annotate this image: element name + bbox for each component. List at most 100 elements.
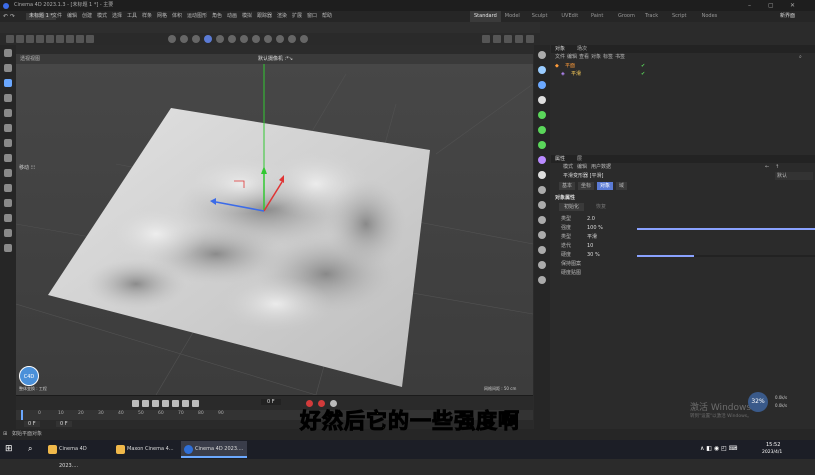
live-select-tool-icon[interactable] <box>4 64 12 72</box>
new-interface-button[interactable]: 新界面 <box>780 11 795 22</box>
side-tool-7-icon[interactable] <box>538 156 546 164</box>
cube-move-icon[interactable] <box>36 35 44 43</box>
workspace-tab-model[interactable]: Model <box>505 11 520 22</box>
attribute-value[interactable]: 2.0 <box>587 215 595 224</box>
select-tool-icon[interactable] <box>4 49 12 57</box>
default-dropdown[interactable]: 默认 <box>775 172 813 180</box>
side-tool-5-icon[interactable] <box>538 126 546 134</box>
light-icon[interactable] <box>264 35 272 43</box>
play-icon[interactable] <box>162 400 169 407</box>
side-tool-15-icon[interactable] <box>538 276 546 284</box>
tab-objects[interactable]: 对象 <box>555 45 565 53</box>
reset-button[interactable]: 恢复 <box>591 203 611 211</box>
side-tool-3-icon[interactable] <box>538 96 546 104</box>
workspace-tab-uvedit[interactable]: UVEdit <box>561 11 578 22</box>
attribute-row[interactable]: 强度 100 % <box>551 224 815 233</box>
rotate-tool-icon[interactable] <box>4 94 12 102</box>
attribute-row[interactable]: 迭代 10 <box>551 242 815 251</box>
knife-tool-icon[interactable] <box>4 154 12 162</box>
side-tool-13-icon[interactable] <box>538 246 546 254</box>
attribute-value[interactable]: 30 % <box>587 251 600 260</box>
workspace-tab-track[interactable]: Track <box>645 11 658 22</box>
coord-icon[interactable] <box>86 35 94 43</box>
z-axis-icon[interactable] <box>76 35 84 43</box>
workspace-tab-paint[interactable]: Paint <box>591 11 603 22</box>
eraser-tool-icon[interactable] <box>4 214 12 222</box>
axis-tool-icon[interactable] <box>4 124 12 132</box>
mesh-mode-icon[interactable] <box>180 35 188 43</box>
minimize-icon[interactable]: – <box>748 0 751 11</box>
workspace-tab-script[interactable]: Script <box>672 11 687 22</box>
render-settings-icon[interactable] <box>300 35 308 43</box>
start-frame-field[interactable]: 0 F <box>24 421 40 427</box>
snap-icon[interactable] <box>240 35 248 43</box>
uv-mode-icon[interactable] <box>228 35 236 43</box>
cube-icon[interactable] <box>26 35 34 43</box>
workspace-tab-sculpt[interactable]: Sculpt <box>532 11 548 22</box>
tree-item-smooth[interactable]: ◈ 平滑 ✔ <box>561 70 815 78</box>
edge-mode-icon[interactable] <box>192 35 200 43</box>
material-icon[interactable] <box>493 35 501 43</box>
clock-date[interactable]: 2023/4/1 <box>762 450 782 455</box>
render-icon[interactable] <box>288 35 296 43</box>
attribute-slider[interactable] <box>637 228 815 230</box>
subtab-object[interactable]: 对象 <box>597 182 614 190</box>
move-tool-icon[interactable] <box>4 79 12 87</box>
clock-time[interactable]: 15:52 <box>766 442 780 448</box>
attribute-value[interactable]: 100 % <box>587 224 603 233</box>
enabled-check-icon[interactable]: ✔ <box>641 70 645 78</box>
undo-icon[interactable] <box>6 35 14 43</box>
tab-layers[interactable]: 层 <box>577 155 582 163</box>
attribute-value[interactable]: 10 <box>587 242 593 251</box>
taskbar-item-c4d-active[interactable]: Cinema 4D 2023.... <box>181 441 247 458</box>
playhead[interactable] <box>21 410 23 420</box>
paint-tool-icon[interactable] <box>4 169 12 177</box>
am-menu-mode[interactable]: 模式 <box>563 163 573 171</box>
side-tool-14-icon[interactable] <box>538 261 546 269</box>
om-menu-file[interactable]: 文件 <box>555 53 565 61</box>
go-start-icon[interactable] <box>132 400 139 407</box>
back-arrow-icon[interactable]: ← <box>765 163 769 171</box>
om-menu-bookmarks[interactable]: 书签 <box>615 53 625 61</box>
side-tool-6-icon[interactable] <box>538 141 546 149</box>
camera-icon[interactable] <box>504 35 512 43</box>
side-tool-1-icon[interactable] <box>538 66 546 74</box>
search-icon[interactable]: ⌕ <box>799 53 802 61</box>
next-key-icon[interactable] <box>182 400 189 407</box>
taskbar-item-maxon[interactable]: Maxon Cinema 4... <box>113 441 175 458</box>
am-menu-userdata[interactable]: 用户数据 <box>591 163 611 171</box>
end-frame-field[interactable]: 0 F <box>56 421 72 427</box>
brush-tool-icon[interactable] <box>4 184 12 192</box>
tray-icons[interactable]: ∧ ◧ ◉ ◰ ⌨ <box>700 445 737 452</box>
go-end-icon[interactable] <box>192 400 199 407</box>
prev-key-icon[interactable] <box>142 400 149 407</box>
model-mode-icon[interactable] <box>168 35 176 43</box>
om-menu-view[interactable]: 查看 <box>579 53 589 61</box>
tab-attributes[interactable]: 属性 <box>555 155 565 163</box>
close-icon[interactable]: ✕ <box>790 0 795 11</box>
subtab-coord[interactable]: 坐标 <box>578 182 595 190</box>
side-tool-11-icon[interactable] <box>538 216 546 224</box>
start-icon[interactable]: ⊞ <box>5 444 15 454</box>
scale-tool-icon[interactable] <box>4 109 12 117</box>
camera-label[interactable]: 默认摄像机 :*↘ <box>258 54 293 64</box>
attribute-value[interactable]: 平滑 <box>587 233 597 242</box>
scene-icon[interactable] <box>482 35 490 43</box>
visibility-check-icon[interactable]: ✔ <box>641 62 645 70</box>
om-menu-tags[interactable]: 标签 <box>603 53 613 61</box>
render-region-icon[interactable] <box>276 35 284 43</box>
am-menu-edit[interactable]: 编辑 <box>577 163 587 171</box>
side-tool-2-icon[interactable] <box>538 81 546 89</box>
attribute-row[interactable]: 类型 2.0 <box>551 215 815 224</box>
prev-frame-icon[interactable] <box>152 400 159 407</box>
om-menu-object[interactable]: 对象 <box>591 53 601 61</box>
om-menu-edit[interactable]: 编辑 <box>567 53 577 61</box>
workspace-tab-nodes[interactable]: Nodes <box>702 11 718 22</box>
mirror-tool-icon[interactable] <box>4 139 12 147</box>
physics-icon[interactable] <box>515 35 523 43</box>
viewport-scene[interactable] <box>16 64 533 395</box>
tree-item-plane[interactable]: ◆ 平面 ✔ <box>555 62 815 70</box>
subtab-field[interactable]: 域 <box>616 182 628 190</box>
layer-tool-icon[interactable] <box>4 244 12 252</box>
magnet-tool-icon[interactable] <box>4 199 12 207</box>
